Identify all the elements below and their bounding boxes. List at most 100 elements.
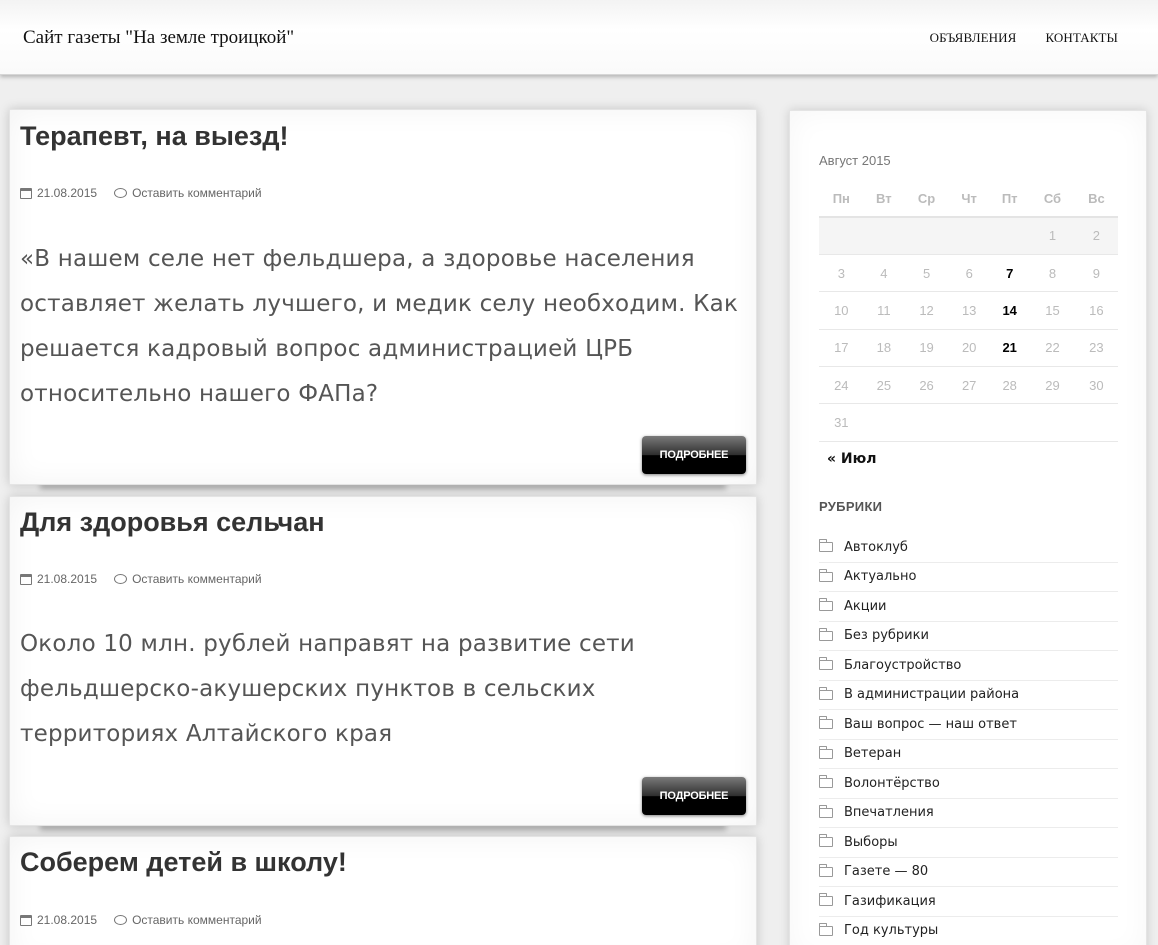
category-link[interactable]: Актуально — [844, 569, 916, 584]
calendar-icon — [20, 187, 32, 199]
calendar-empty-cell — [904, 403, 950, 442]
category-link[interactable]: Газификация — [844, 894, 936, 909]
calendar-icon — [20, 573, 32, 585]
calendar-day: 30 — [1074, 366, 1118, 405]
categories-list: Автоклуб Актуально Акции Без рубрики Благоус… — [819, 533, 1118, 945]
category-item: Актуально — [819, 563, 1118, 592]
post-card: Для здоровья сельчан 21.08.2015 Оставить… — [9, 496, 757, 826]
calendar-day: 29 — [1030, 366, 1075, 405]
calendar-day: 26 — [904, 366, 950, 405]
calendar-day: 24 — [819, 366, 864, 405]
category-item: Ваш вопрос — наш ответ — [819, 710, 1118, 740]
weekday-header: Вс — [1074, 181, 1118, 218]
calendar-empty-cell — [863, 403, 905, 442]
comment-link[interactable]: Оставить комментарий — [132, 913, 262, 927]
comment-icon — [114, 915, 128, 925]
calendar-empty-cell — [1074, 403, 1118, 442]
category-item: Акции — [819, 592, 1118, 622]
calendar-day: 28 — [989, 366, 1031, 405]
comment-icon — [114, 188, 128, 198]
category-link[interactable]: Благоустройство — [844, 658, 961, 673]
calendar-day: 8 — [1030, 254, 1075, 293]
category-item: Год культуры — [819, 917, 1118, 945]
nav-item-contacts[interactable]: КОНТАКТЫ — [1045, 30, 1118, 46]
category-item: Благоустройство — [819, 651, 1118, 681]
folder-icon — [819, 657, 833, 671]
weekday-header: Сб — [1030, 181, 1075, 218]
folder-icon — [819, 598, 833, 612]
calendar-empty-cell — [989, 403, 1031, 442]
calendar-prev-month-link[interactable]: « Июл — [827, 451, 877, 467]
category-item: Волонтёрство — [819, 769, 1118, 799]
post-date[interactable]: 21.08.2015 — [37, 913, 97, 927]
post-date[interactable]: 21.08.2015 — [37, 572, 97, 586]
post-meta: 21.08.2015 Оставить комментарий — [20, 186, 262, 200]
category-link[interactable]: Акции — [844, 599, 887, 614]
category-item: Газете — 80 — [819, 858, 1118, 887]
category-item: Газификация — [819, 887, 1118, 917]
calendar-empty-cell — [949, 403, 990, 442]
category-link[interactable]: Без рубрики — [844, 628, 929, 643]
folder-icon — [819, 568, 833, 582]
calendar-day[interactable]: 7 — [989, 254, 1031, 293]
category-item: Автоклуб — [819, 533, 1118, 563]
calendar-day: 31 — [819, 403, 864, 442]
calendar-empty-cell — [819, 217, 864, 255]
comment-link[interactable]: Оставить комментарий — [132, 186, 262, 200]
calendar-empty-cell — [904, 217, 950, 255]
weekday-header: Вт — [863, 181, 905, 218]
category-link[interactable]: В администрации района — [844, 687, 1019, 702]
calendar-day: 10 — [819, 291, 864, 330]
calendar-day: 9 — [1074, 254, 1118, 293]
folder-icon — [819, 893, 833, 907]
calendar-day: 17 — [819, 329, 864, 368]
category-link[interactable]: Газете — 80 — [844, 864, 928, 879]
comment-link[interactable]: Оставить комментарий — [132, 572, 262, 586]
calendar-day: 27 — [949, 366, 990, 405]
calendar-day: 22 — [1030, 329, 1075, 368]
category-link[interactable]: Выборы — [844, 835, 898, 850]
calendar-day: 1 — [1030, 217, 1075, 255]
calendar-day: 13 — [949, 291, 990, 330]
post-title[interactable]: Соберем детей в школу! — [20, 847, 347, 878]
calendar-week-row: 17 18 19 20 21 22 23 — [819, 329, 1118, 368]
calendar-day: 11 — [863, 291, 905, 330]
post-excerpt: Около 10 млн. рублей направят на развити… — [20, 631, 635, 747]
calendar-table: Пн Вт Ср Чт Пт Сб Вс 1 2 3 4 5 6 7 8 9 10 11 12 13 14… — [819, 181, 1118, 442]
nav-item-announcements[interactable]: ОБЪЯВЛЕНИЯ — [930, 30, 1017, 46]
site-title[interactable]: Сайт газеты "На земле троицкой" — [23, 27, 294, 49]
calendar-body: 1 2 3 4 5 6 7 8 9 10 11 12 13 14 15 16 17 18 19 20 21 22 23 24 2… — [819, 217, 1118, 442]
post-title[interactable]: Для здоровья сельчан — [20, 507, 325, 538]
post-title[interactable]: Терапевт, на выезд! — [20, 121, 288, 152]
category-item: Впечатления — [819, 799, 1118, 828]
post-excerpt: «В нашем селе нет фельдшера, а здоровье … — [20, 246, 739, 407]
calendar-day: 16 — [1074, 291, 1118, 330]
category-item: Без рубрики — [819, 622, 1118, 651]
calendar-day: 12 — [904, 291, 950, 330]
category-link[interactable]: Год культуры — [844, 923, 938, 938]
calendar-day[interactable]: 21 — [989, 329, 1031, 368]
category-link[interactable]: Ваш вопрос — наш ответ — [844, 717, 1017, 732]
calendar-day: 5 — [904, 254, 950, 293]
folder-icon — [819, 716, 833, 730]
calendar-week-row: 3456789 — [819, 254, 1118, 293]
calendar-day: 6 — [949, 254, 990, 293]
category-link[interactable]: Автоклуб — [844, 540, 908, 555]
calendar-day: 20 — [949, 329, 990, 368]
calendar-week-row: 24 25 26 27 28 29 30 — [819, 366, 1118, 405]
folder-icon — [819, 539, 833, 553]
category-link[interactable]: Волонтёрство — [844, 776, 940, 791]
site-header: Сайт газеты "На земле троицкой" ОБЪЯВЛЕН… — [0, 0, 1158, 75]
calendar-day[interactable]: 14 — [989, 291, 1031, 330]
post-date[interactable]: 21.08.2015 — [37, 186, 97, 200]
read-more-button[interactable]: ПОДРОБНЕЕ — [642, 436, 746, 474]
folder-icon — [819, 745, 833, 759]
post-card: Терапевт, на выезд! 21.08.2015 Оставить … — [9, 109, 757, 485]
calendar-day: 23 — [1074, 329, 1118, 368]
category-link[interactable]: Впечатления — [844, 805, 934, 820]
category-link[interactable]: Ветеран — [844, 746, 901, 761]
category-item: В администрации района — [819, 681, 1118, 710]
calendar-day: 15 — [1030, 291, 1075, 330]
calendar-week-row: 12 — [819, 217, 1118, 255]
read-more-button[interactable]: ПОДРОБНЕЕ — [642, 777, 746, 815]
